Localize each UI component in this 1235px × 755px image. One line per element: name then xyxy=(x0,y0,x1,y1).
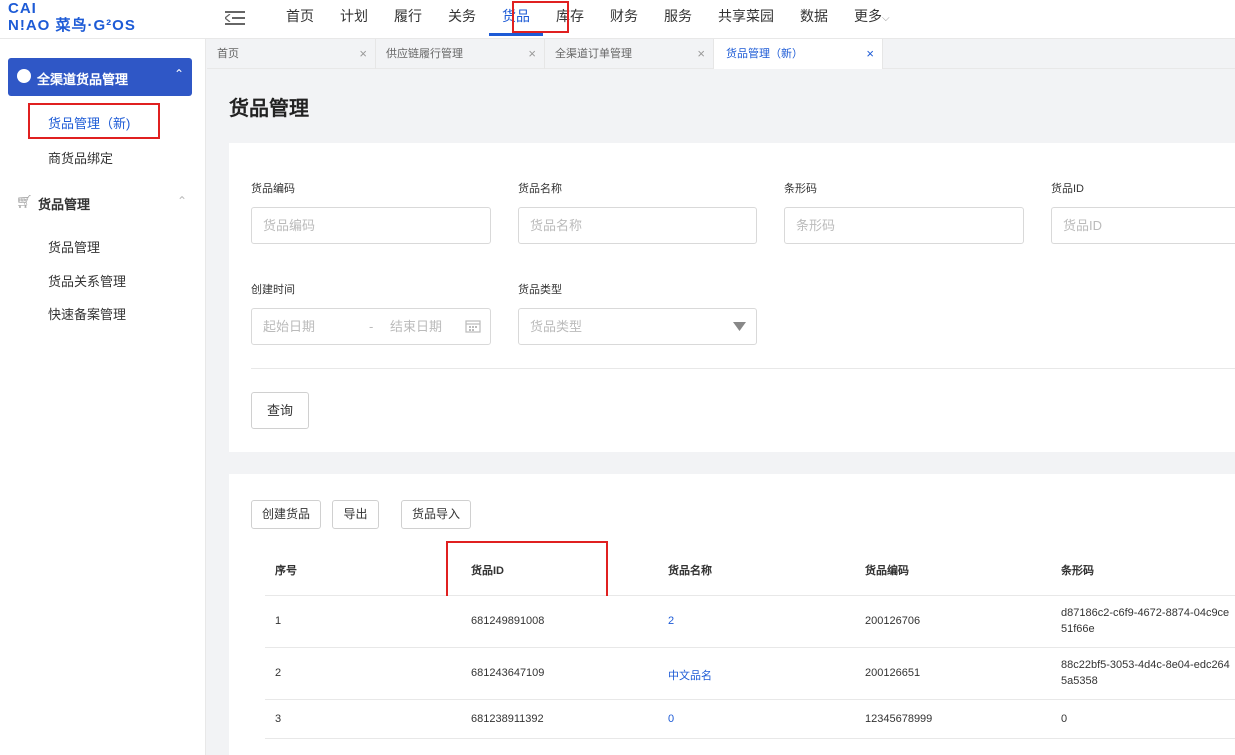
tab-label: 首页 xyxy=(217,48,239,60)
close-icon[interactable]: × xyxy=(697,39,705,69)
export-button[interactable]: 导出 xyxy=(332,500,379,529)
table-row[interactable]: 2 681243647109 中文品名 200126651 88c22bf5-3… xyxy=(265,648,1235,700)
page-tabs: 首页 × 供应链履行管理 × 全渠道订单管理 × 货品管理（新） × xyxy=(207,39,1235,69)
sidebar-item-quick-filing[interactable]: 快速备案管理 xyxy=(48,304,126,323)
cell-goods-code: 200126706 xyxy=(865,615,921,627)
cell-goods-code: 200126651 xyxy=(865,667,921,679)
cell-goods-name-link[interactable]: 中文品名 xyxy=(668,667,712,683)
cell-barcode: d87186c2-c6f9-4672-8874-04c9ce51f66e xyxy=(1061,607,1230,635)
col-goods-id: 货品ID xyxy=(471,565,504,577)
nav-more-label: 更多 xyxy=(854,8,882,24)
cell-barcode: 88c22bf5-3053-4d4c-8e04-edc2645a5358 xyxy=(1061,659,1230,687)
tab-home[interactable]: 首页 × xyxy=(207,39,376,69)
col-barcode: 条形码 xyxy=(1061,565,1094,577)
nav-inventory[interactable]: 库存 xyxy=(543,0,597,39)
close-icon[interactable]: × xyxy=(528,39,536,69)
barcode-input[interactable]: 条形码 xyxy=(784,207,1024,244)
cell-index: 3 xyxy=(275,713,282,725)
nav-service[interactable]: 服务 xyxy=(651,0,705,39)
cell-goods-name-link[interactable]: 0 xyxy=(668,713,674,725)
chevron-up-icon: ⌃ xyxy=(173,67,184,81)
goods-type-select[interactable]: 货品类型 xyxy=(518,308,757,345)
date-separator: - xyxy=(369,319,374,334)
close-icon[interactable]: × xyxy=(359,39,367,69)
sidebar-group-label: 全渠道货品管理 xyxy=(37,72,129,87)
recycle-icon xyxy=(17,69,31,83)
date-range-picker[interactable]: 起始日期 - 结束日期 xyxy=(251,308,491,345)
sidebar-group-omnichannel-goods[interactable]: 全渠道货品管理 ⌃ xyxy=(8,58,192,96)
chevron-down-icon: ⌵ xyxy=(882,13,890,24)
table-header: 序号 货品ID 货品名称 货品编码 条形码 xyxy=(265,543,1235,596)
top-navbar: CAI N!AO 菜鸟·G²OS 首页 计划 履行 关务 货品 库存 财务 服务… xyxy=(0,0,1235,39)
main-nav: 首页 计划 履行 关务 货品 库存 财务 服务 共享菜园 数据 更多⌵ xyxy=(273,0,896,39)
caret-down-icon xyxy=(733,322,746,331)
goods-name-input[interactable]: 货品名称 xyxy=(518,207,757,244)
sidebar-item-goods[interactable]: 货品管理 xyxy=(48,237,100,256)
menu-fold-icon[interactable] xyxy=(225,10,245,26)
query-button[interactable]: 查询 xyxy=(251,392,309,429)
page-title: 货品管理 xyxy=(229,98,309,120)
sidebar-item-goods-new[interactable]: 货品管理（新) xyxy=(48,113,130,132)
cainiao-logo[interactable]: CAI N!AO 菜鸟·G²OS xyxy=(8,0,148,36)
goods-code-input[interactable]: 货品编码 xyxy=(251,207,491,244)
sidebar-group-goods-management[interactable]: 🛒︎ 货品管理 ⌃ xyxy=(16,192,192,212)
tab-supply-chain[interactable]: 供应链履行管理 × xyxy=(376,39,545,69)
tab-label: 供应链履行管理 xyxy=(386,48,463,60)
close-icon[interactable]: × xyxy=(866,39,874,69)
name-label: 货品名称 xyxy=(518,183,562,195)
end-date-placeholder: 结束日期 xyxy=(390,319,443,334)
cell-goods-id: 681249891008 xyxy=(471,615,545,627)
cart-icon: 🛒︎ xyxy=(16,194,33,209)
table-row[interactable]: 1 681249891008 2 200126706 d87186c2-c6f9… xyxy=(265,596,1235,648)
cell-index: 2 xyxy=(275,667,282,679)
nav-more[interactable]: 更多⌵ xyxy=(841,0,896,39)
nav-home[interactable]: 首页 xyxy=(273,0,327,39)
nav-customs[interactable]: 关务 xyxy=(435,0,489,39)
table-row[interactable]: 3 681238911392 0 12345678999 0 xyxy=(265,700,1235,739)
sidebar: 全渠道货品管理 ⌃ 货品管理（新) 商货品绑定 🛒︎ 货品管理 ⌃ 货品管理 货… xyxy=(0,39,206,755)
code-label: 货品编码 xyxy=(251,183,295,195)
cell-barcode: 0 xyxy=(1061,713,1068,725)
sidebar-item-goods-binding[interactable]: 商货品绑定 xyxy=(48,148,113,167)
goods-type-placeholder: 货品类型 xyxy=(530,319,583,334)
goods-id-input[interactable]: 货品ID xyxy=(1051,207,1235,244)
sidebar-item-goods-relations[interactable]: 货品关系管理 xyxy=(48,271,126,290)
import-goods-button[interactable]: 货品导入 xyxy=(401,500,471,529)
goods-type-label: 货品类型 xyxy=(518,284,562,296)
tab-label: 货品管理（新） xyxy=(726,48,803,60)
created-time-label: 创建时间 xyxy=(251,284,295,296)
logo-line2: N!AO 菜鸟·G²OS xyxy=(8,17,136,34)
nav-finance[interactable]: 财务 xyxy=(597,0,651,39)
tab-label: 全渠道订单管理 xyxy=(555,48,632,60)
filter-divider xyxy=(251,368,1235,369)
chevron-up-icon: ⌃ xyxy=(176,194,187,208)
col-goods-name: 货品名称 xyxy=(668,565,712,577)
nav-plan[interactable]: 计划 xyxy=(327,0,381,39)
nav-goods[interactable]: 货品 xyxy=(489,0,543,39)
tab-goods-new[interactable]: 货品管理（新） × xyxy=(714,39,883,69)
cell-goods-id: 681238911392 xyxy=(471,713,544,725)
start-date-placeholder: 起始日期 xyxy=(263,319,316,334)
col-goods-code: 货品编码 xyxy=(865,565,909,577)
nav-data[interactable]: 数据 xyxy=(787,0,841,39)
nav-shared-garden[interactable]: 共享菜园 xyxy=(705,0,787,39)
id-label: 货品ID xyxy=(1051,183,1084,195)
create-goods-button[interactable]: 创建货品 xyxy=(251,500,321,529)
sidebar-group-label: 货品管理 xyxy=(38,197,91,212)
filter-card xyxy=(229,143,1235,452)
tab-omnichannel-orders[interactable]: 全渠道订单管理 × xyxy=(545,39,714,69)
nav-fulfillment[interactable]: 履行 xyxy=(381,0,435,39)
cell-goods-id: 681243647109 xyxy=(471,667,545,679)
calendar-icon xyxy=(465,320,481,333)
cell-goods-code: 12345678999 xyxy=(865,713,933,725)
cell-index: 1 xyxy=(275,615,282,627)
cell-goods-name-link[interactable]: 2 xyxy=(668,615,674,627)
col-index: 序号 xyxy=(275,565,297,577)
barcode-label: 条形码 xyxy=(784,183,817,195)
